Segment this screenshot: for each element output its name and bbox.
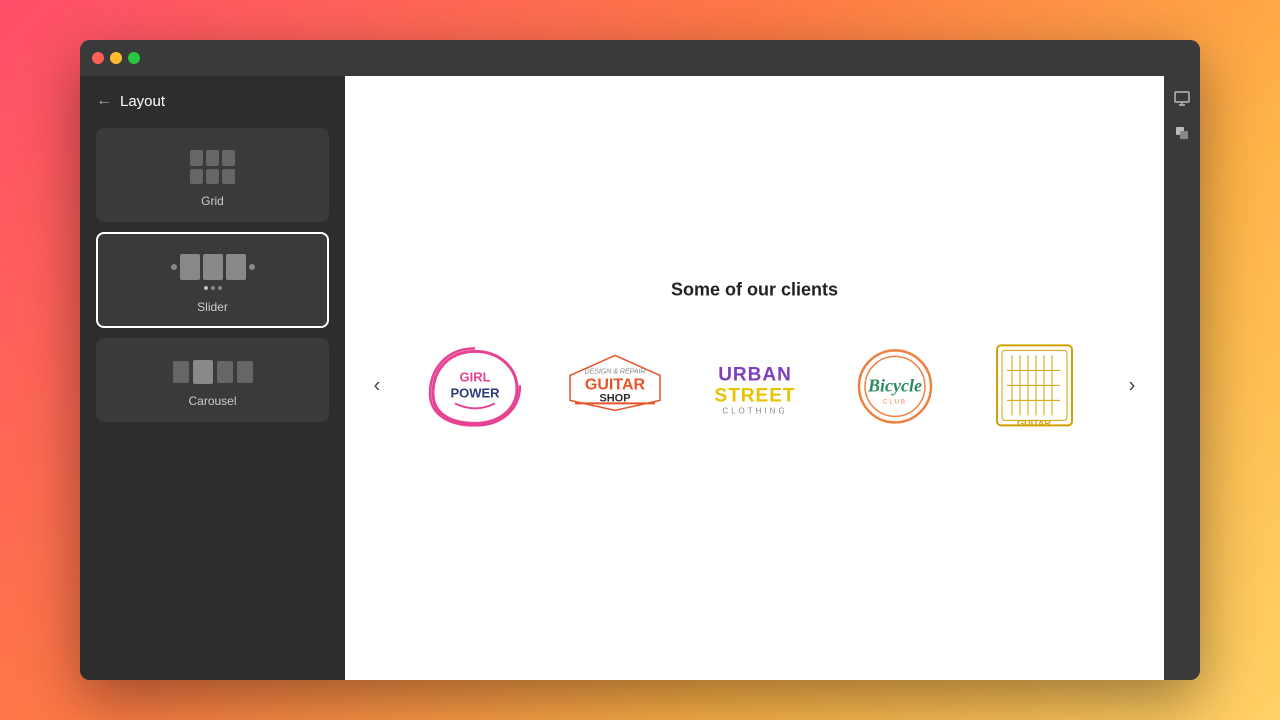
carousel-card-main — [193, 360, 213, 384]
slider-card — [226, 254, 246, 280]
client-logo-urban-street: URBAN STREET CLOTHING — [695, 340, 815, 430]
main-content: Some of our clients ‹ GIRL POWER — [345, 76, 1164, 680]
right-toolbar — [1164, 76, 1200, 680]
svg-text:STREET: STREET — [714, 385, 795, 406]
carousel-next-button[interactable]: › — [1116, 369, 1148, 401]
dot-red[interactable] — [92, 52, 104, 64]
client-logo-guitar-shop: DESIGN & REPAIR GUITAR SHOP — [555, 340, 675, 430]
browser-titlebar — [80, 40, 1200, 76]
slider-card — [203, 254, 223, 280]
slider-ind-dot — [218, 286, 222, 290]
grid-cell — [222, 169, 235, 185]
slider-label: Slider — [197, 300, 228, 314]
grid-cell — [190, 169, 203, 185]
clients-title: Some of our clients — [345, 279, 1164, 300]
carousel-items: GIRL POWER DESIGN & REPAIR GUITAR — [415, 340, 1095, 430]
monitor-button[interactable] — [1167, 84, 1197, 114]
svg-text:POWER: POWER — [450, 385, 500, 400]
back-button[interactable]: ← — [96, 92, 112, 110]
client-logo-acoustic-guitar: GUITAR — [975, 340, 1095, 430]
slider-cards — [180, 254, 246, 280]
slider-preview-icon — [171, 254, 255, 290]
client-logo-bicycle: Bicycle CLUB — [835, 340, 955, 430]
slider-card — [180, 254, 200, 280]
carousel-card — [237, 361, 253, 383]
carousel-preview-icon — [173, 360, 253, 384]
sidebar-title: Layout — [120, 93, 165, 110]
grid-label: Grid — [201, 194, 224, 208]
slider-ind-dot — [211, 286, 215, 290]
carousel-label: Carousel — [188, 394, 236, 408]
grid-cell — [206, 169, 219, 185]
svg-text:CLUB: CLUB — [882, 399, 906, 405]
paint-button[interactable] — [1167, 118, 1197, 148]
grid-preview-icon — [190, 150, 236, 184]
carousel-container: ‹ GIRL POWER — [345, 340, 1164, 430]
slider-dot — [249, 264, 255, 270]
svg-text:DESIGN & REPAIR: DESIGN & REPAIR — [584, 368, 645, 375]
dot-green[interactable] — [128, 52, 140, 64]
svg-text:URBAN: URBAN — [718, 364, 792, 385]
slider-indicator — [204, 286, 222, 290]
carousel-card — [173, 361, 189, 383]
carousel-card — [217, 361, 233, 383]
girl-power-svg: GIRL POWER — [425, 343, 525, 428]
sidebar-header: ← Layout — [96, 92, 329, 110]
svg-text:GUITAR: GUITAR — [1017, 418, 1051, 428]
slider-ind-dot — [204, 286, 208, 290]
browser-dots — [92, 52, 140, 64]
guitar-shop-svg: DESIGN & REPAIR GUITAR SHOP — [560, 345, 670, 425]
carousel-prev-button[interactable]: ‹ — [361, 369, 393, 401]
svg-text:CLOTHING: CLOTHING — [722, 406, 787, 415]
paint-icon — [1174, 125, 1190, 141]
bicycle-svg: Bicycle CLUB — [845, 343, 945, 428]
grid-cell — [222, 150, 235, 166]
browser-body: ← Layout Grid — [80, 76, 1200, 680]
sidebar: ← Layout Grid — [80, 76, 345, 680]
clients-section: Some of our clients ‹ GIRL POWER — [345, 239, 1164, 470]
grid-cell — [206, 150, 219, 166]
monitor-icon — [1174, 91, 1190, 107]
svg-text:Bicycle: Bicycle — [867, 375, 922, 395]
dot-yellow[interactable] — [110, 52, 122, 64]
acoustic-guitar-svg: GUITAR — [992, 340, 1077, 430]
browser-window: ← Layout Grid — [80, 40, 1200, 680]
svg-text:GIRL: GIRL — [459, 369, 490, 384]
layout-option-grid[interactable]: Grid — [96, 128, 329, 222]
layout-option-carousel[interactable]: Carousel — [96, 338, 329, 422]
layout-option-slider[interactable]: Slider — [96, 232, 329, 328]
slider-dot — [171, 264, 177, 270]
slider-icon — [171, 254, 255, 280]
urban-street-svg: URBAN STREET CLOTHING — [700, 345, 810, 425]
grid-cell — [190, 150, 203, 166]
client-logo-girl-power: GIRL POWER — [415, 340, 535, 430]
svg-text:GUITAR: GUITAR — [584, 376, 645, 393]
